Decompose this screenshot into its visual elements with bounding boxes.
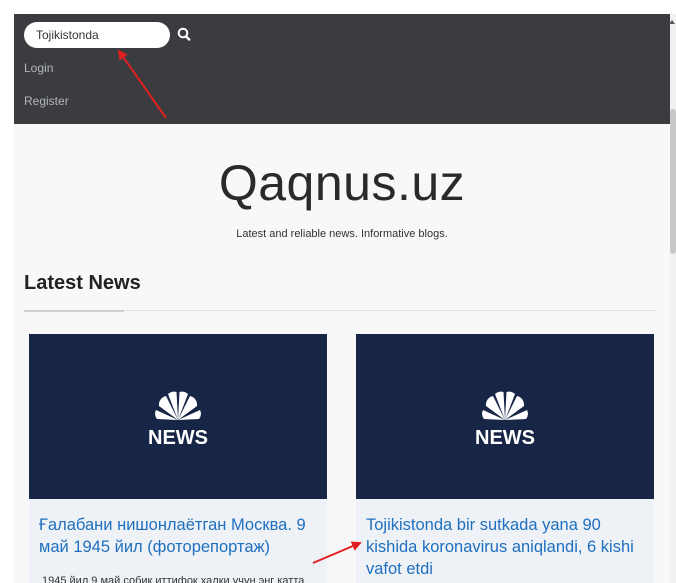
news-card: NEWS Tojikistonda bir sutkada yana 90 ki…	[356, 334, 654, 583]
card-image[interactable]: NEWS	[29, 334, 327, 499]
card-title-link[interactable]: Tojikistonda bir sutkada yana 90 kishida…	[366, 514, 646, 580]
browser-viewport: Login Register Qaqnus.uz Latest and reli…	[14, 14, 670, 583]
site-tagline: Latest and reliable news. Informative bl…	[236, 228, 448, 240]
search-icon[interactable]	[174, 24, 194, 46]
section-divider-accent	[24, 310, 124, 312]
register-link[interactable]: Register	[24, 94, 69, 108]
login-link[interactable]: Login	[24, 61, 53, 75]
svg-text:NEWS: NEWS	[148, 427, 208, 448]
news-card: NEWS Ғалабани нишонлаётган Москва. 9 май…	[29, 334, 327, 583]
top-navbar: Login Register	[14, 14, 670, 124]
nbc-news-logo-icon: NEWS	[148, 391, 208, 448]
card-excerpt: 1945 йил 9 май собиқ иттифоқ халқи учун …	[42, 575, 305, 583]
scrollbar-thumb[interactable]	[670, 109, 676, 254]
svg-text:NEWS: NEWS	[475, 427, 535, 448]
site-title: Qaqnus.uz	[218, 155, 466, 211]
card-image[interactable]: NEWS	[356, 334, 654, 499]
vertical-scrollbar[interactable]	[670, 14, 676, 583]
search-input[interactable]	[24, 22, 170, 48]
nbc-news-logo-icon: NEWS	[475, 391, 535, 448]
scroll-up-arrow-icon[interactable]	[668, 14, 676, 24]
card-title-link[interactable]: Ғалабани нишонлаётган Москва. 9 май 1945…	[39, 514, 319, 558]
latest-news-heading: Latest News	[24, 272, 141, 294]
